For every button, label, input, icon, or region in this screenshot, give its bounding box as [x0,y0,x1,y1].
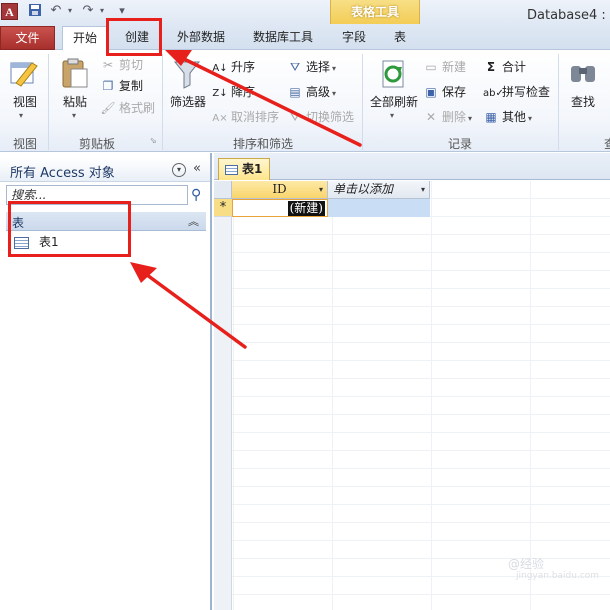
annotation-arrows [130,50,362,349]
arrow-to-table1 [141,270,247,349]
arrow-to-create-tab [180,56,362,147]
arrow-head-create [165,50,192,66]
